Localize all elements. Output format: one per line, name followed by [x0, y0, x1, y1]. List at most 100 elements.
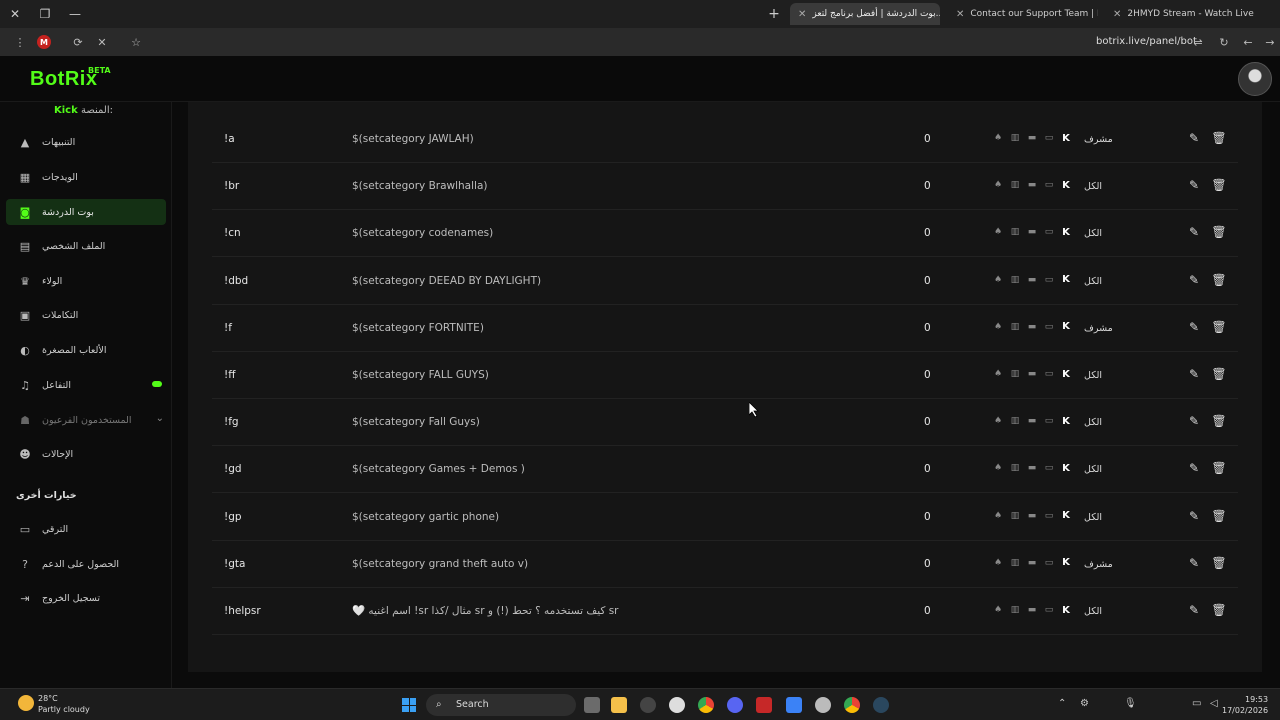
app-blue-icon[interactable]	[786, 697, 802, 713]
table-row: !gp $(setcategory gartic phone) 0 ♠ ▥ ▬ …	[212, 494, 1238, 541]
commands-panel: !a $(setcategory JAWLAH) 0 ♠ ▥ ▬ ▭ K مشر…	[188, 102, 1262, 672]
edit-icon[interactable]: ✎	[1186, 414, 1202, 430]
steam-icon[interactable]	[873, 697, 889, 713]
chrome-icon[interactable]	[698, 697, 714, 713]
kick-icon: K	[1062, 179, 1070, 191]
close-tab-icon[interactable]: ✕	[798, 9, 806, 20]
delete-icon[interactable]: 🗑	[1211, 461, 1227, 477]
edit-icon[interactable]: ✎	[1186, 131, 1202, 147]
sidebar-item-label: بوت الدردشة	[42, 206, 94, 218]
delete-icon[interactable]: 🗑	[1211, 414, 1227, 430]
edit-icon[interactable]: ✎	[1186, 225, 1202, 241]
sidebar-item-label: تسجيل الخروج	[42, 592, 100, 604]
command-response: $(setcategory codenames)	[352, 227, 494, 240]
mute-icon[interactable]: ✕	[90, 30, 114, 54]
chrome-profile-icon[interactable]	[844, 697, 860, 713]
tray-app-icon[interactable]: ⚙	[1080, 698, 1089, 709]
twitch-icon: ♠	[993, 557, 1003, 568]
sidebar-item-interaction[interactable]: ♫ التفاعل	[6, 372, 166, 398]
sidebar-item-integrations[interactable]: ▣ التكاملات	[6, 302, 166, 328]
delete-icon[interactable]: 🗑	[1211, 556, 1227, 572]
edit-icon[interactable]: ✎	[1186, 509, 1202, 525]
gmail-icon[interactable]: M	[32, 30, 56, 54]
sidebar-item-logout[interactable]: ⇥ تسجيل الخروج	[6, 585, 166, 611]
delete-icon[interactable]: 🗑	[1211, 131, 1227, 147]
upgrade-icon: ▭	[19, 522, 31, 536]
sidebar-item-subusers[interactable]: ☗ المستخدمون الفرعيون ⌄	[6, 407, 166, 433]
site-settings-icon[interactable]: ⇌	[1186, 30, 1210, 54]
bookmark-star-icon[interactable]: ☆	[124, 30, 148, 54]
chat-icon: ▥	[1010, 557, 1020, 568]
chat-icon: ▥	[1010, 133, 1020, 143]
app-icon[interactable]	[640, 697, 656, 713]
microphone-icon[interactable]: 🎙	[1124, 698, 1137, 709]
edit-icon[interactable]: ✎	[1186, 461, 1202, 477]
delete-icon[interactable]: 🗑	[1211, 509, 1227, 525]
command-name: !br	[224, 180, 240, 193]
profile-card-icon: ▤	[19, 239, 31, 253]
edit-icon[interactable]: ✎	[1186, 367, 1202, 383]
mouse-cursor-icon	[749, 402, 759, 418]
windows-start-icon[interactable]	[402, 698, 416, 712]
taskbar-search[interactable]: ⌕ Search	[426, 694, 576, 716]
file-explorer-icon[interactable]	[611, 697, 627, 713]
edit-icon[interactable]: ✎	[1186, 178, 1202, 194]
tray-chevron-icon[interactable]: ⌃	[1058, 698, 1066, 709]
task-view-icon[interactable]	[584, 697, 600, 713]
reload-icon[interactable]: ↻	[1212, 30, 1236, 54]
sidebar-item-loyalty[interactable]: ♛ الولاء	[6, 268, 166, 294]
sidebar-item-profile[interactable]: ▤ الملف الشخصي	[6, 233, 166, 259]
close-window-icon[interactable]: ✕	[0, 0, 30, 28]
back-icon[interactable]: ←	[1236, 30, 1260, 54]
tab-botrix[interactable]: ✕ بوت الدردشة | أفضل برنامج لتعز...	[790, 3, 940, 25]
restore-window-icon[interactable]: ❐	[30, 0, 60, 28]
minimize-window-icon[interactable]: —	[60, 0, 90, 28]
new-tab-button[interactable]: +	[764, 4, 784, 24]
delete-icon[interactable]: 🗑	[1211, 178, 1227, 194]
menu-dots-icon[interactable]: ⋮	[8, 30, 32, 54]
youtube-icon: ▬	[1027, 605, 1037, 615]
delete-icon[interactable]: 🗑	[1211, 273, 1227, 289]
close-tab-icon[interactable]: ✕	[956, 9, 964, 20]
sidebar-item-chatbot[interactable]: ◙ بوت الدردشة	[6, 199, 166, 225]
tab-title: بوت الدردشة | أفضل برنامج لتعز...	[812, 9, 940, 19]
edit-icon[interactable]: ✎	[1186, 556, 1202, 572]
sidebar-item-support[interactable]: ? الحصول على الدعم	[6, 551, 166, 577]
clock-date: 17/02/2026	[1222, 706, 1269, 715]
delete-icon[interactable]: 🗑	[1211, 320, 1227, 336]
sidebar-item-alerts[interactable]: ▲ التنبيهات	[6, 129, 166, 155]
clock[interactable]: 19:53 17/02/2026	[1222, 694, 1268, 716]
discord-icon[interactable]	[727, 697, 743, 713]
avatar[interactable]	[1238, 62, 1272, 96]
extensions-icon[interactable]: ⟳	[66, 30, 90, 54]
twitch-icon: ♠	[993, 321, 1003, 332]
platform-label: المنصة:	[80, 105, 113, 116]
sidebar-item-label: الترقي	[42, 523, 69, 535]
platform-indicator: Kick المنصة:	[54, 105, 113, 116]
tab-2hmyd-stream[interactable]: ✕ 2HMYD Stream - Watch Live o...	[1105, 3, 1255, 25]
sidebar-item-referrals[interactable]: ☻ الإحالات	[6, 441, 166, 467]
sidebar-item-minigames[interactable]: ◐ الألعاب المصغرة	[6, 337, 166, 363]
settings-icon[interactable]	[669, 697, 685, 713]
sidebar-item-widgets[interactable]: ▦ الويدجات	[6, 164, 166, 190]
twitch-icon: ♠	[993, 274, 1003, 285]
delete-icon[interactable]: 🗑	[1211, 367, 1227, 383]
edit-icon[interactable]: ✎	[1186, 320, 1202, 336]
permission-label: الكل	[1084, 511, 1102, 523]
tab-kick-support[interactable]: ✕ Contact our Support Team | Ki...	[948, 3, 1098, 25]
volume-icon[interactable]: ◁	[1210, 698, 1218, 709]
forward-icon[interactable]: →	[1258, 30, 1280, 54]
ccleaner-icon[interactable]	[815, 697, 831, 713]
platform-icons: ♠ ▥ ▬ ▭ K	[992, 321, 1072, 333]
address-bar[interactable]: botrix.live/panel/bot	[1096, 36, 1197, 47]
delete-icon[interactable]: 🗑	[1211, 603, 1227, 619]
edit-icon[interactable]: ✎	[1186, 603, 1202, 619]
close-tab-icon[interactable]: ✕	[1113, 9, 1121, 20]
weather-widget[interactable]: 28°C Partly cloudy	[18, 693, 90, 715]
network-icon[interactable]: ▭	[1192, 698, 1201, 709]
sidebar-item-upgrade[interactable]: ▭ الترقي	[6, 516, 166, 542]
edit-icon[interactable]: ✎	[1186, 273, 1202, 289]
app-red-icon[interactable]	[756, 697, 772, 713]
delete-icon[interactable]: 🗑	[1211, 225, 1227, 241]
other-options-title: خيارات أخرى	[16, 490, 77, 501]
